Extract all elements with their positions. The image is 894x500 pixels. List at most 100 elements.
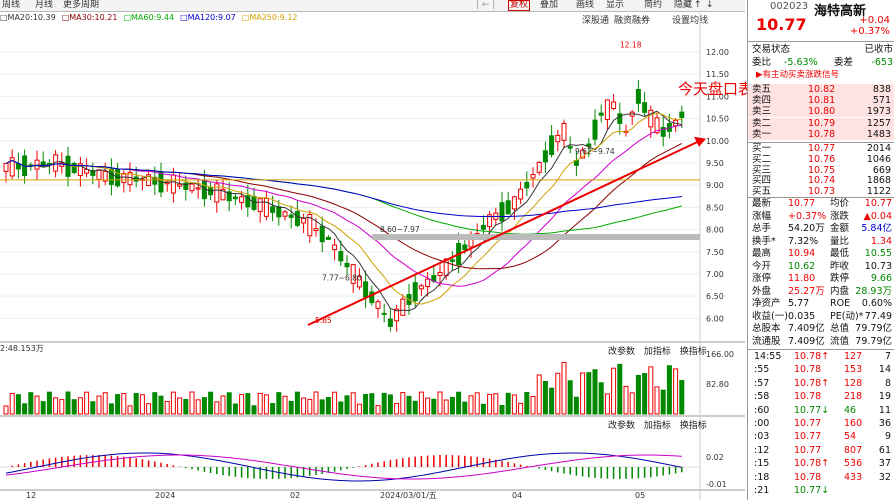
- tick-volume: 127: [844, 351, 863, 362]
- vol-modify-params[interactable]: 改参数: [608, 347, 635, 357]
- candle-body: [177, 183, 183, 187]
- date-tick: 2024/03/01/五: [380, 491, 437, 500]
- stat-value: 28.93万: [855, 285, 892, 297]
- quote-row: :03 10.77 54 9: [748, 431, 894, 442]
- volume-bar: [456, 391, 462, 415]
- candle-body: [189, 183, 195, 192]
- candle-body: [425, 278, 431, 288]
- stat-value: 10.62: [788, 260, 816, 272]
- ask-price: 10.78: [808, 128, 836, 140]
- volume-bar: [586, 372, 592, 415]
- vol-add-indicator[interactable]: 加指标: [644, 347, 671, 357]
- volume-bar: [592, 369, 598, 415]
- tick-price: 10.77: [794, 418, 822, 429]
- candle-body: [294, 211, 300, 226]
- period-stepper[interactable]: | ← |: [476, 0, 495, 11]
- stat-label: 昨收: [830, 260, 850, 272]
- quote-row: 流通股 7.409亿 流值 79.79亿: [748, 336, 894, 347]
- macd-add-indicator[interactable]: 加指标: [644, 421, 671, 431]
- tick-time: :57: [754, 377, 770, 389]
- candle-body: [542, 150, 548, 163]
- volume-bar: [673, 368, 679, 415]
- arrow-down-icon[interactable]: ↓: [706, 0, 714, 11]
- weekly-tab[interactable]: 周线: [2, 0, 20, 11]
- arrow-up-icon[interactable]: ↑: [694, 0, 702, 11]
- tick-price: 10.77↓: [794, 404, 830, 416]
- date-tick: 02: [290, 491, 300, 500]
- candle-body: [462, 244, 468, 251]
- volume-bar: [629, 392, 635, 415]
- hide-button[interactable]: 隐藏: [674, 0, 692, 11]
- quote-row: 卖五 10.82 838: [748, 84, 894, 95]
- vol-switch-indicator[interactable]: 换指标: [680, 347, 707, 357]
- quote-row: :55 10.78 153 14: [748, 364, 894, 375]
- stat-value: 1.34: [870, 235, 892, 247]
- volume-bar: [177, 397, 183, 415]
- tick-volume: 160: [844, 418, 863, 429]
- macd-modify-params[interactable]: 改参数: [608, 421, 635, 431]
- volume-bar: [468, 395, 474, 415]
- bid-label: 买五: [752, 186, 772, 198]
- monthly-tab[interactable]: 月线: [35, 0, 53, 11]
- quote-row: 涨幅 +0.37% 涨跌 ▲0.04: [748, 211, 894, 222]
- bid-price: 10.74: [808, 175, 836, 187]
- macd-tick: 0.02: [706, 453, 724, 462]
- ask-price: 10.79: [808, 117, 836, 129]
- candle-body: [499, 202, 505, 222]
- volume-bar: [276, 392, 282, 415]
- tick-price: 10.78: [794, 364, 822, 376]
- display-button[interactable]: 显示: [606, 0, 624, 11]
- stat-value: 10.55: [864, 248, 892, 259]
- volume-bar: [666, 365, 672, 415]
- candle-body: [363, 281, 369, 298]
- tick-count: 9: [884, 431, 891, 443]
- candle-body: [332, 244, 338, 251]
- volume-bar: [40, 401, 46, 415]
- candle-body: [567, 146, 573, 149]
- bid-price: 10.75: [808, 164, 836, 176]
- overlay-button[interactable]: 叠加: [540, 0, 558, 11]
- volume-bar: [294, 391, 300, 415]
- stat-label: 总值: [830, 323, 850, 334]
- ask-volume: 838: [872, 84, 891, 95]
- ask-price: 10.81: [808, 95, 836, 107]
- tick-time: :18: [754, 471, 770, 483]
- ask-volume: 571: [872, 95, 891, 107]
- candle-body: [282, 211, 288, 217]
- volume-bar: [381, 392, 387, 415]
- candle-body: [313, 228, 319, 231]
- volume-bar: [313, 391, 319, 415]
- volume-bar: [400, 392, 406, 415]
- stat-label: 最低: [830, 248, 850, 259]
- volume-bar: [90, 401, 96, 415]
- quote-row: 最高 10.94 最低 10.55: [748, 248, 894, 259]
- weicha-label: 委差: [834, 57, 854, 68]
- macd-switch-indicator[interactable]: 换指标: [680, 421, 707, 431]
- simple-button[interactable]: 简约: [644, 0, 662, 11]
- more-periods-menu[interactable]: 更多周期: [63, 0, 99, 11]
- stat-value: 5.84亿: [861, 223, 892, 234]
- volume-bar: [375, 405, 381, 415]
- price-tick: 8.50: [706, 203, 724, 212]
- stat-value: 7.409亿: [788, 323, 825, 334]
- tick-volume: 46: [844, 404, 857, 416]
- quote-row: :12 10.77 807 61: [748, 445, 894, 456]
- adjust-button[interactable]: 复权: [508, 0, 531, 11]
- ask-label: 卖五: [752, 84, 772, 95]
- quote-row: 收益(一) 0.035 PE(动)* 77.49: [748, 311, 894, 322]
- trade-status-label: 交易状态: [752, 44, 791, 55]
- signal-banner[interactable]: ▶有主动买卖涨跌信号: [748, 70, 894, 81]
- tick-count: 7: [884, 351, 891, 362]
- stat-label: 最高: [752, 248, 772, 259]
- bid-label: 买四: [752, 175, 772, 187]
- quote-row: :57 10.78↑ 128 8: [748, 378, 894, 389]
- quote-row: 总手 54.20万 金额 5.84亿: [748, 223, 894, 234]
- candle-body: [232, 196, 238, 200]
- ask-volume: 1483: [866, 128, 891, 140]
- bid-price: 10.77: [808, 143, 836, 154]
- volume-bar: [462, 401, 468, 415]
- volume-bar: [524, 392, 530, 415]
- candle-body: [276, 206, 282, 218]
- draw-line-button[interactable]: 画线: [576, 0, 594, 11]
- stat-label: 净资产: [752, 298, 781, 309]
